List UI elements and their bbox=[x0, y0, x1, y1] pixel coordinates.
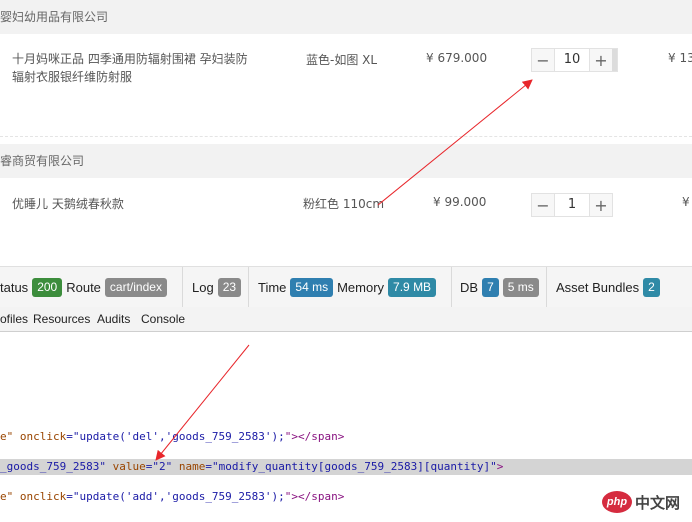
arrow-to-quantity bbox=[377, 79, 533, 206]
arrow-to-value-attr bbox=[155, 344, 250, 461]
php-logo-mark: php bbox=[602, 491, 632, 513]
annotation-arrows bbox=[155, 79, 533, 461]
php-cn-logo: php 中文网 bbox=[602, 487, 688, 517]
logo-text: 中文网 bbox=[635, 493, 681, 512]
